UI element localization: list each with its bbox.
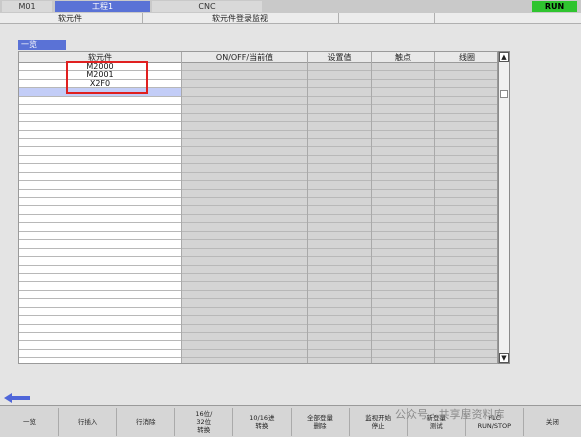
table-row[interactable] [19,114,497,123]
left-arrow-icon[interactable] [4,393,30,403]
table-row[interactable] [19,122,497,131]
table-row[interactable] [19,156,497,165]
table-row[interactable] [19,274,497,283]
page-title: 软元件登录监视 [212,14,268,23]
table-row[interactable] [19,333,497,342]
list-tab[interactable]: 一览 [18,40,66,50]
table-row[interactable] [19,350,497,359]
device-cell[interactable] [19,156,181,163]
device-cell[interactable] [19,139,181,146]
table-row[interactable] [19,147,497,156]
table-row[interactable] [19,308,497,317]
device-cell[interactable] [19,282,181,289]
table-row[interactable] [19,341,497,350]
table-row[interactable] [19,190,497,198]
header-coil: 线圈 [459,53,475,62]
highlight-box [66,61,148,94]
device-cell[interactable] [19,291,181,298]
header-contact: 触点 [395,53,411,62]
table-row[interactable] [19,266,497,274]
device-cell[interactable] [19,206,181,213]
table-row[interactable] [19,97,497,106]
device-cell[interactable] [19,190,181,197]
function-key-10[interactable]: 关闭 [525,408,580,436]
device-cell[interactable] [19,308,181,315]
header-onoff-value: ON/OFF/当前值 [215,53,274,62]
vertical-scrollbar[interactable]: ▲ ▼ [498,51,510,364]
device-cell[interactable] [19,249,181,256]
device-cell[interactable] [19,240,181,247]
function-key-6[interactable]: 全部登量 删除 [293,408,348,436]
device-cell[interactable] [19,333,181,340]
device-cell[interactable] [19,299,181,306]
device-cell[interactable] [19,274,181,281]
device-cell[interactable] [19,350,181,357]
watermark-text: 公众号 · 共享屋资料库 [395,408,505,421]
table-row[interactable] [19,131,497,139]
screen-title-bar: 软元件 软元件登录监视 [0,13,581,24]
screen-category: 软元件 [58,14,82,23]
table-row[interactable] [19,232,497,241]
table-row[interactable] [19,282,497,291]
device-cell[interactable] [19,223,181,230]
scroll-thumb[interactable] [500,90,508,98]
scroll-down-arrow-icon[interactable]: ▼ [499,353,509,363]
table-row[interactable] [19,249,497,258]
table-row[interactable] [19,299,497,308]
device-cell[interactable] [19,198,181,205]
device-cell[interactable] [19,173,181,180]
table-body: M2000 M2001 X2F0 [19,62,497,359]
device-cell[interactable] [19,164,181,171]
device-cell[interactable] [19,181,181,188]
table-row[interactable] [19,105,497,114]
device-cell[interactable] [19,147,181,154]
device-cell[interactable] [19,122,181,129]
table-row[interactable] [19,215,497,224]
device-cell[interactable] [19,131,181,138]
device-cell[interactable] [19,105,181,112]
function-key-2[interactable]: 行插入 [60,408,115,436]
table-row[interactable] [19,316,497,325]
table-row[interactable] [19,164,497,173]
function-key-4[interactable]: 16位/ 32位 转换 [176,408,231,436]
table-row[interactable] [19,240,497,249]
table-row[interactable] [19,181,497,190]
process-tab[interactable]: 工程1 [55,1,150,12]
device-cell[interactable] [19,215,181,222]
table-row[interactable] [19,139,497,148]
table-row[interactable] [19,325,497,333]
device-cell[interactable] [19,97,181,104]
device-cell[interactable] [19,325,181,332]
table-row[interactable] [19,173,497,182]
device-cell[interactable] [19,232,181,239]
scroll-up-arrow-icon[interactable]: ▲ [499,52,509,62]
device-cell[interactable] [19,114,181,121]
header-set-value: 设置值 [327,53,352,62]
table-row[interactable] [19,223,497,232]
device-cell[interactable] [19,266,181,273]
device-monitor-table: 软元件 ON/OFF/当前值 设置值 触点 线圈 M2000 M2001 X2F0 [18,51,498,364]
function-key-5[interactable]: 10/16进 转换 [234,408,289,436]
device-cell[interactable] [19,341,181,348]
table-row[interactable] [19,257,497,266]
table-row[interactable] [19,198,497,207]
function-key-1[interactable]: 一览 [2,408,57,436]
device-cell[interactable] [19,316,181,323]
table-row[interactable] [19,206,497,215]
table-row[interactable] [19,291,497,300]
machine-label: M01 [2,1,52,12]
function-key-3[interactable]: 行消除 [118,408,173,436]
run-status-badge: RUN [532,1,577,12]
status-bar: M01 工程1 CNC RUN [0,0,581,13]
device-cell[interactable] [19,257,181,264]
mode-label: CNC [152,1,262,12]
